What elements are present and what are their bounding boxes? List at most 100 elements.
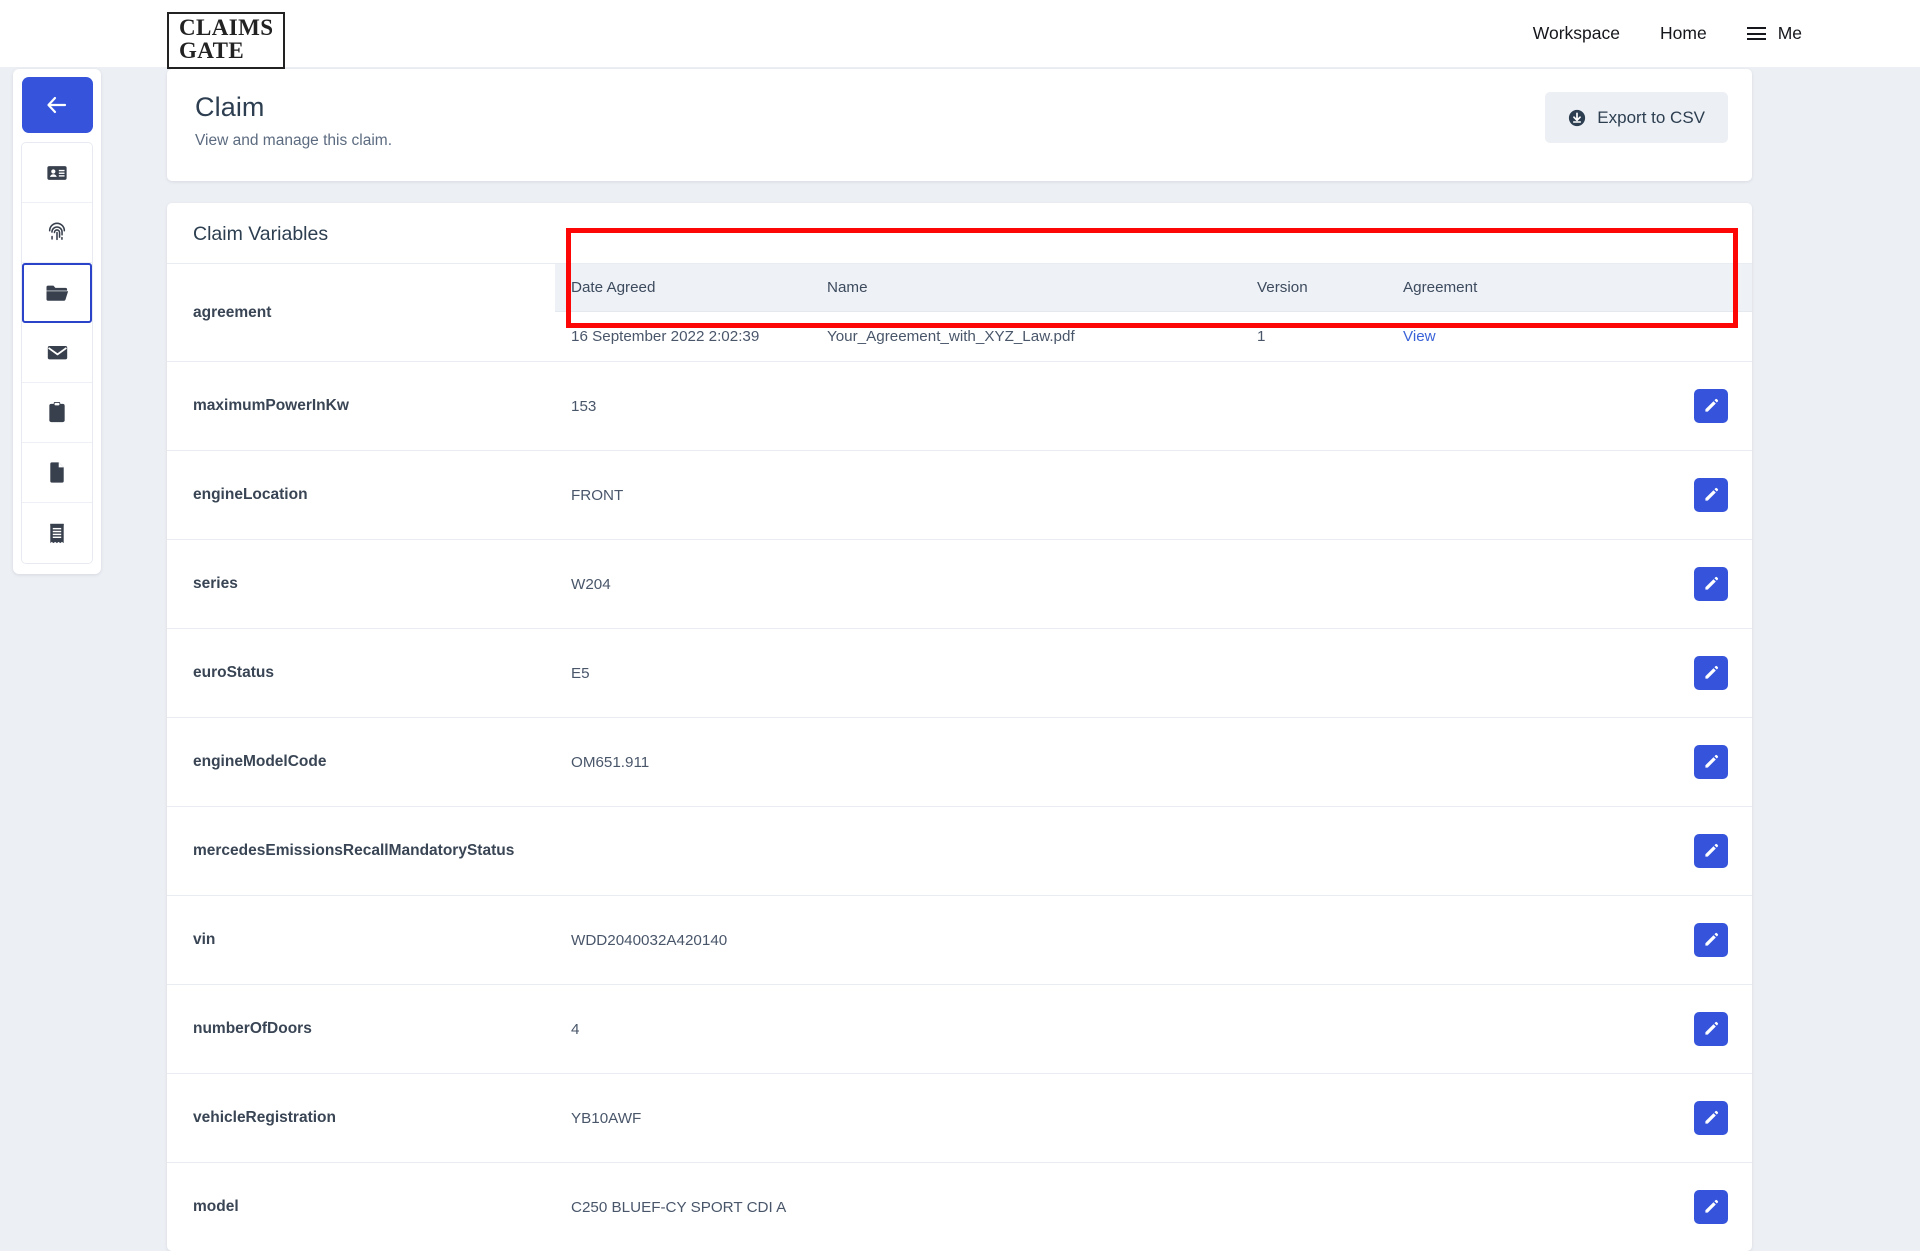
edit-variable-button[interactable]: [1694, 656, 1728, 690]
table-row: vinWDD2040032A420140: [167, 896, 1752, 985]
variable-key: euroStatus: [167, 629, 555, 718]
nav-menu-me-label: Me: [1778, 23, 1802, 44]
file-icon: [47, 461, 67, 484]
variable-key: mercedesEmissionsRecallMandatoryStatus: [167, 807, 555, 896]
column-header-date-agreed: Date Agreed: [555, 264, 811, 312]
pencil-icon: [1703, 932, 1719, 948]
pencil-icon: [1703, 1199, 1719, 1215]
variable-key: engineModelCode: [167, 718, 555, 807]
pencil-icon: [1703, 754, 1719, 770]
variable-action-cell: [1154, 896, 1753, 985]
pencil-icon: [1703, 398, 1719, 414]
variable-value: 4: [555, 985, 1154, 1074]
arrow-left-icon: [45, 95, 69, 115]
table-row: seriesW204: [167, 540, 1752, 629]
agreement-table: Date Agreed Name Version Agreement 16 Se…: [555, 264, 1752, 361]
claims-gate-logo[interactable]: CLAIMS GATE: [167, 12, 285, 69]
variable-value: FRONT: [555, 451, 1154, 540]
table-row: mercedesEmissionsRecallMandatoryStatus: [167, 807, 1752, 896]
page-title: Claim: [195, 92, 1724, 123]
table-row: engineLocationFRONT: [167, 451, 1752, 540]
edit-variable-button[interactable]: [1694, 389, 1728, 423]
claim-variables-card: Claim Variables agreement Date Agreed Na…: [167, 203, 1752, 1251]
export-to-csv-button[interactable]: Export to CSV: [1545, 92, 1728, 143]
variable-value: E5: [555, 629, 1154, 718]
sidebar-item-documents[interactable]: [22, 443, 92, 503]
id-card-icon: [46, 162, 68, 184]
cell-name: Your_Agreement_with_XYZ_Law.pdf: [811, 312, 1241, 362]
edit-variable-button[interactable]: [1694, 478, 1728, 512]
sidebar-item-biometrics[interactable]: [22, 203, 92, 263]
variable-key: vehicleRegistration: [167, 1074, 555, 1163]
page-subtitle: View and manage this claim.: [195, 132, 1724, 150]
variable-action-cell: [1154, 718, 1753, 807]
variable-action-cell: [1154, 451, 1753, 540]
edit-variable-button[interactable]: [1694, 745, 1728, 779]
hamburger-icon[interactable]: [1747, 27, 1766, 40]
top-navigation-bar: CLAIMS GATE Workspace Home Me: [0, 0, 1920, 67]
export-to-csv-label: Export to CSV: [1597, 108, 1705, 128]
variable-value: 153: [555, 362, 1154, 451]
claim-header-card: Claim View and manage this claim. Export…: [167, 69, 1752, 181]
pencil-icon: [1703, 1021, 1719, 1037]
variable-value: C250 BLUEF-CY SPORT CDI A: [555, 1163, 1154, 1251]
edit-variable-button[interactable]: [1694, 1012, 1728, 1046]
agreement-table-head: Date Agreed Name Version Agreement: [555, 264, 1752, 312]
claim-variables-title: Claim Variables: [167, 223, 1752, 263]
rail-item-group: [21, 142, 93, 564]
variable-key: vin: [167, 896, 555, 985]
variable-key: maximumPowerInKw: [167, 362, 555, 451]
pencil-icon: [1703, 665, 1719, 681]
table-row: vehicleRegistrationYB10AWF: [167, 1074, 1752, 1163]
agreement-header-row: Date Agreed Name Version Agreement: [555, 264, 1752, 312]
table-row-agreement: agreement Date Agreed Name Version Agree…: [167, 264, 1752, 362]
sidebar-item-messages[interactable]: [22, 323, 92, 383]
variable-key: numberOfDoors: [167, 985, 555, 1074]
nav-link-workspace[interactable]: Workspace: [1533, 23, 1620, 44]
table-row: euroStatusE5: [167, 629, 1752, 718]
edit-variable-button[interactable]: [1694, 1101, 1728, 1135]
column-header-name: Name: [811, 264, 1241, 312]
agreement-table-body: 16 September 2022 2:02:39 Your_Agreement…: [555, 312, 1752, 362]
pencil-icon: [1703, 1110, 1719, 1126]
folder-icon: [45, 283, 69, 303]
variable-action-cell: [1154, 985, 1753, 1074]
pencil-icon: [1703, 576, 1719, 592]
sidebar-item-files[interactable]: [22, 263, 92, 323]
variable-key: agreement: [167, 264, 555, 362]
table-row: 16 September 2022 2:02:39 Your_Agreement…: [555, 312, 1752, 362]
pencil-icon: [1703, 487, 1719, 503]
sidebar-item-tasks[interactable]: [22, 383, 92, 443]
variable-value-agreement: Date Agreed Name Version Agreement 16 Se…: [555, 264, 1752, 362]
variable-action-cell: [1154, 540, 1753, 629]
edit-variable-button[interactable]: [1694, 923, 1728, 957]
variable-rows-body: maximumPowerInKw153engineLocationFRONTse…: [167, 362, 1752, 1251]
column-header-version: Version: [1241, 264, 1387, 312]
pencil-icon: [1703, 843, 1719, 859]
main-content: Claim View and manage this claim. Export…: [167, 69, 1752, 1251]
variable-key: engineLocation: [167, 451, 555, 540]
download-circle-icon: [1568, 109, 1586, 127]
variable-action-cell: [1154, 1163, 1753, 1251]
nav-link-home[interactable]: Home: [1660, 23, 1707, 44]
left-icon-rail: [13, 69, 101, 574]
logo-line-2: GATE: [179, 39, 273, 62]
nav-links: Workspace Home Me: [1533, 0, 1802, 67]
edit-variable-button[interactable]: [1694, 834, 1728, 868]
fingerprint-icon: [46, 221, 68, 244]
variable-value: [555, 807, 1154, 896]
variable-action-cell: [1154, 1074, 1753, 1163]
back-button[interactable]: [22, 77, 93, 133]
sidebar-item-invoices[interactable]: [22, 503, 92, 563]
sidebar-item-identity[interactable]: [22, 143, 92, 203]
table-row: maximumPowerInKw153: [167, 362, 1752, 451]
edit-variable-button[interactable]: [1694, 1190, 1728, 1224]
column-header-agreement: Agreement: [1387, 264, 1752, 312]
edit-variable-button[interactable]: [1694, 567, 1728, 601]
envelope-icon: [46, 343, 69, 362]
variable-action-cell: [1154, 807, 1753, 896]
view-agreement-link[interactable]: View: [1403, 328, 1436, 345]
nav-menu-me[interactable]: Me: [1747, 23, 1802, 44]
table-row: modelC250 BLUEF-CY SPORT CDI A: [167, 1163, 1752, 1251]
variable-action-cell: [1154, 362, 1753, 451]
